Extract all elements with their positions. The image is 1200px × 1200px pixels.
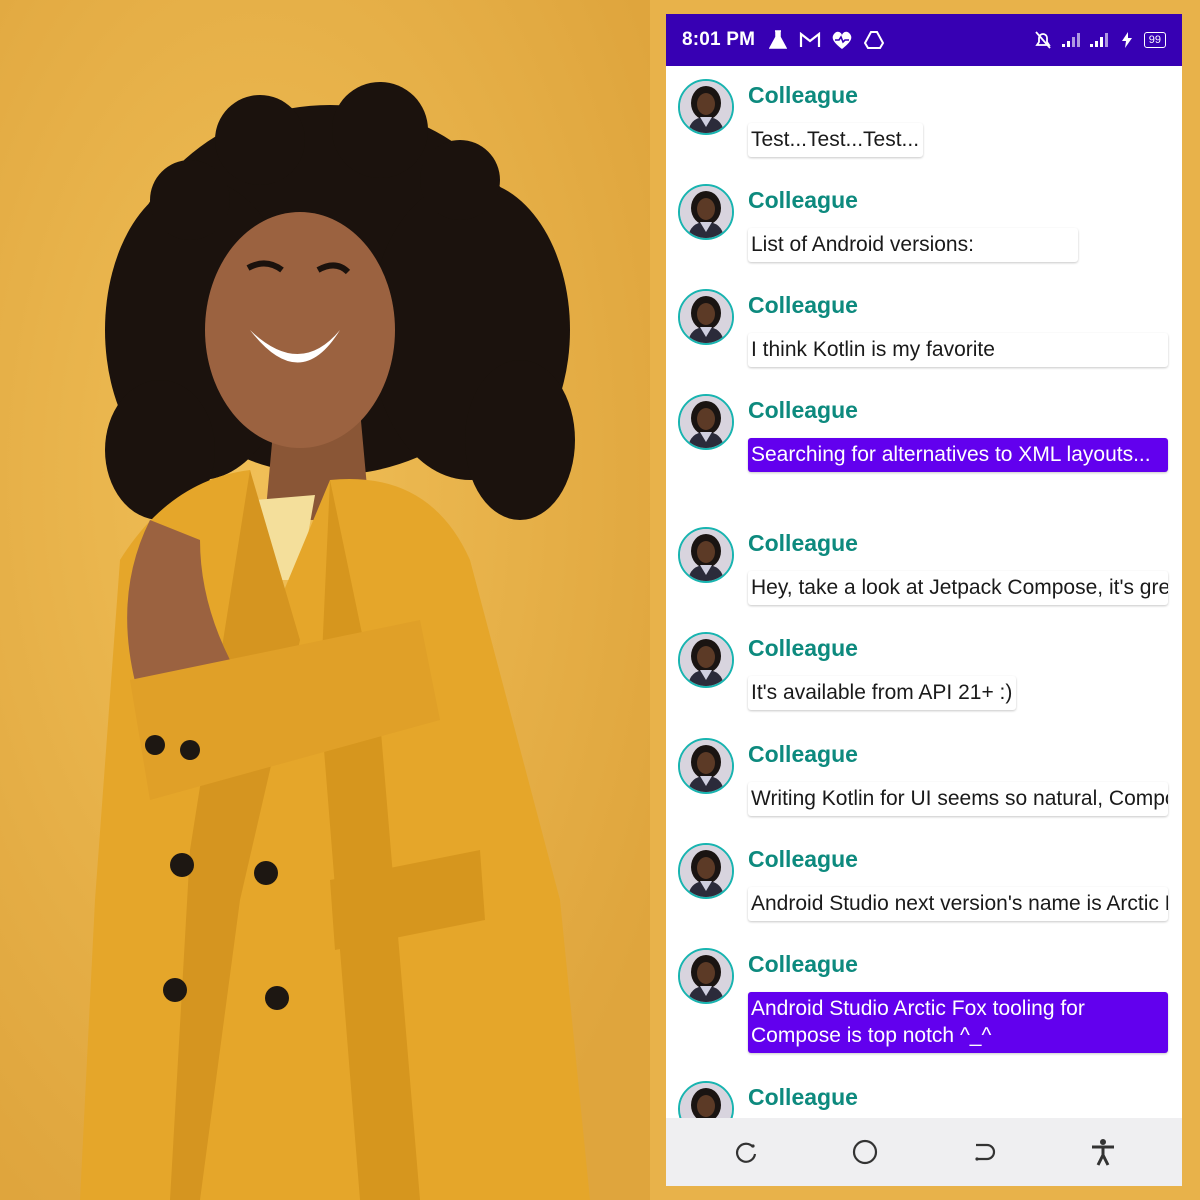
signal-icon [1060,29,1082,51]
message-bubble[interactable]: Android Studio next version's name is Ar… [748,887,1168,921]
phone-screen: 8:01 PM 99 Colleague Test...Test...Test.… [666,14,1182,1186]
message-item[interactable]: Colleague List of Android versions: [666,171,1182,276]
message-item[interactable]: Colleague Hey, take a look at Jetpack Co… [666,514,1182,619]
avatar [678,527,734,583]
message-author: Colleague [748,530,858,556]
navigation-bar [666,1118,1182,1186]
message-item[interactable]: Colleague I think Kotlin is my favorite [666,276,1182,381]
message-list[interactable]: Colleague Test...Test...Test... Colleagu… [666,66,1182,1118]
avatar [678,394,734,450]
avatar [678,738,734,794]
rotate-icon[interactable] [726,1132,766,1172]
gmail-icon [799,29,821,51]
avatar [678,289,734,345]
avatar [678,843,734,899]
message-author: Colleague [748,292,858,318]
message-author: Colleague [748,635,858,661]
notifications-off-icon [1032,29,1054,51]
message-item[interactable]: Colleague Android Studio next version's … [666,830,1182,935]
message-item[interactable]: Colleague [666,1068,1182,1118]
heart-icon [831,29,853,51]
back-icon[interactable] [964,1132,1004,1172]
message-author: Colleague [748,846,858,872]
message-bubble[interactable]: Searching for alternatives to XML layout… [748,438,1168,472]
avatar [678,79,734,135]
message-item[interactable]: Colleague Writing Kotlin for UI seems so… [666,725,1182,830]
message-item[interactable]: Colleague It's available from API 21+ :) [666,619,1182,725]
drive-icon [863,29,885,51]
battery-level: 99 [1143,32,1166,48]
message-bubble[interactable]: Writing Kotlin for UI seems so natural, … [748,782,1168,816]
message-bubble[interactable]: Test...Test...Test... [748,123,924,157]
charging-icon [1116,29,1138,51]
message-author: Colleague [748,951,858,977]
message-author: Colleague [748,1084,858,1110]
message-author: Colleague [748,82,858,108]
message-author: Colleague [748,397,858,423]
woman-photo [0,0,650,1200]
message-bubble[interactable]: Android Studio Arctic Fox tooling for Co… [748,992,1168,1053]
avatar [678,1081,734,1118]
accessibility-icon[interactable] [1083,1132,1123,1172]
signal-icon [1088,29,1110,51]
status-time: 8:01 PM [682,29,756,50]
message-author: Colleague [748,187,858,213]
home-icon[interactable] [845,1132,885,1172]
message-bubble[interactable]: I think Kotlin is my favorite [748,333,1168,367]
flask-icon [767,29,789,51]
status-bar: 8:01 PM 99 [666,14,1182,66]
message-item[interactable]: Colleague Searching for alternatives to … [666,381,1182,514]
message-item[interactable]: Colleague Android Studio Arctic Fox tool… [666,935,1182,1068]
message-item[interactable]: Colleague Test...Test...Test... [666,66,1182,171]
message-bubble[interactable]: It's available from API 21+ :) [748,676,1017,710]
message-bubble[interactable]: List of Android versions: [748,228,1078,262]
avatar [678,632,734,688]
avatar [678,948,734,1004]
avatar [678,184,734,240]
message-bubble[interactable]: Hey, take a look at Jetpack Compose, it'… [748,571,1168,605]
message-author: Colleague [748,741,858,767]
